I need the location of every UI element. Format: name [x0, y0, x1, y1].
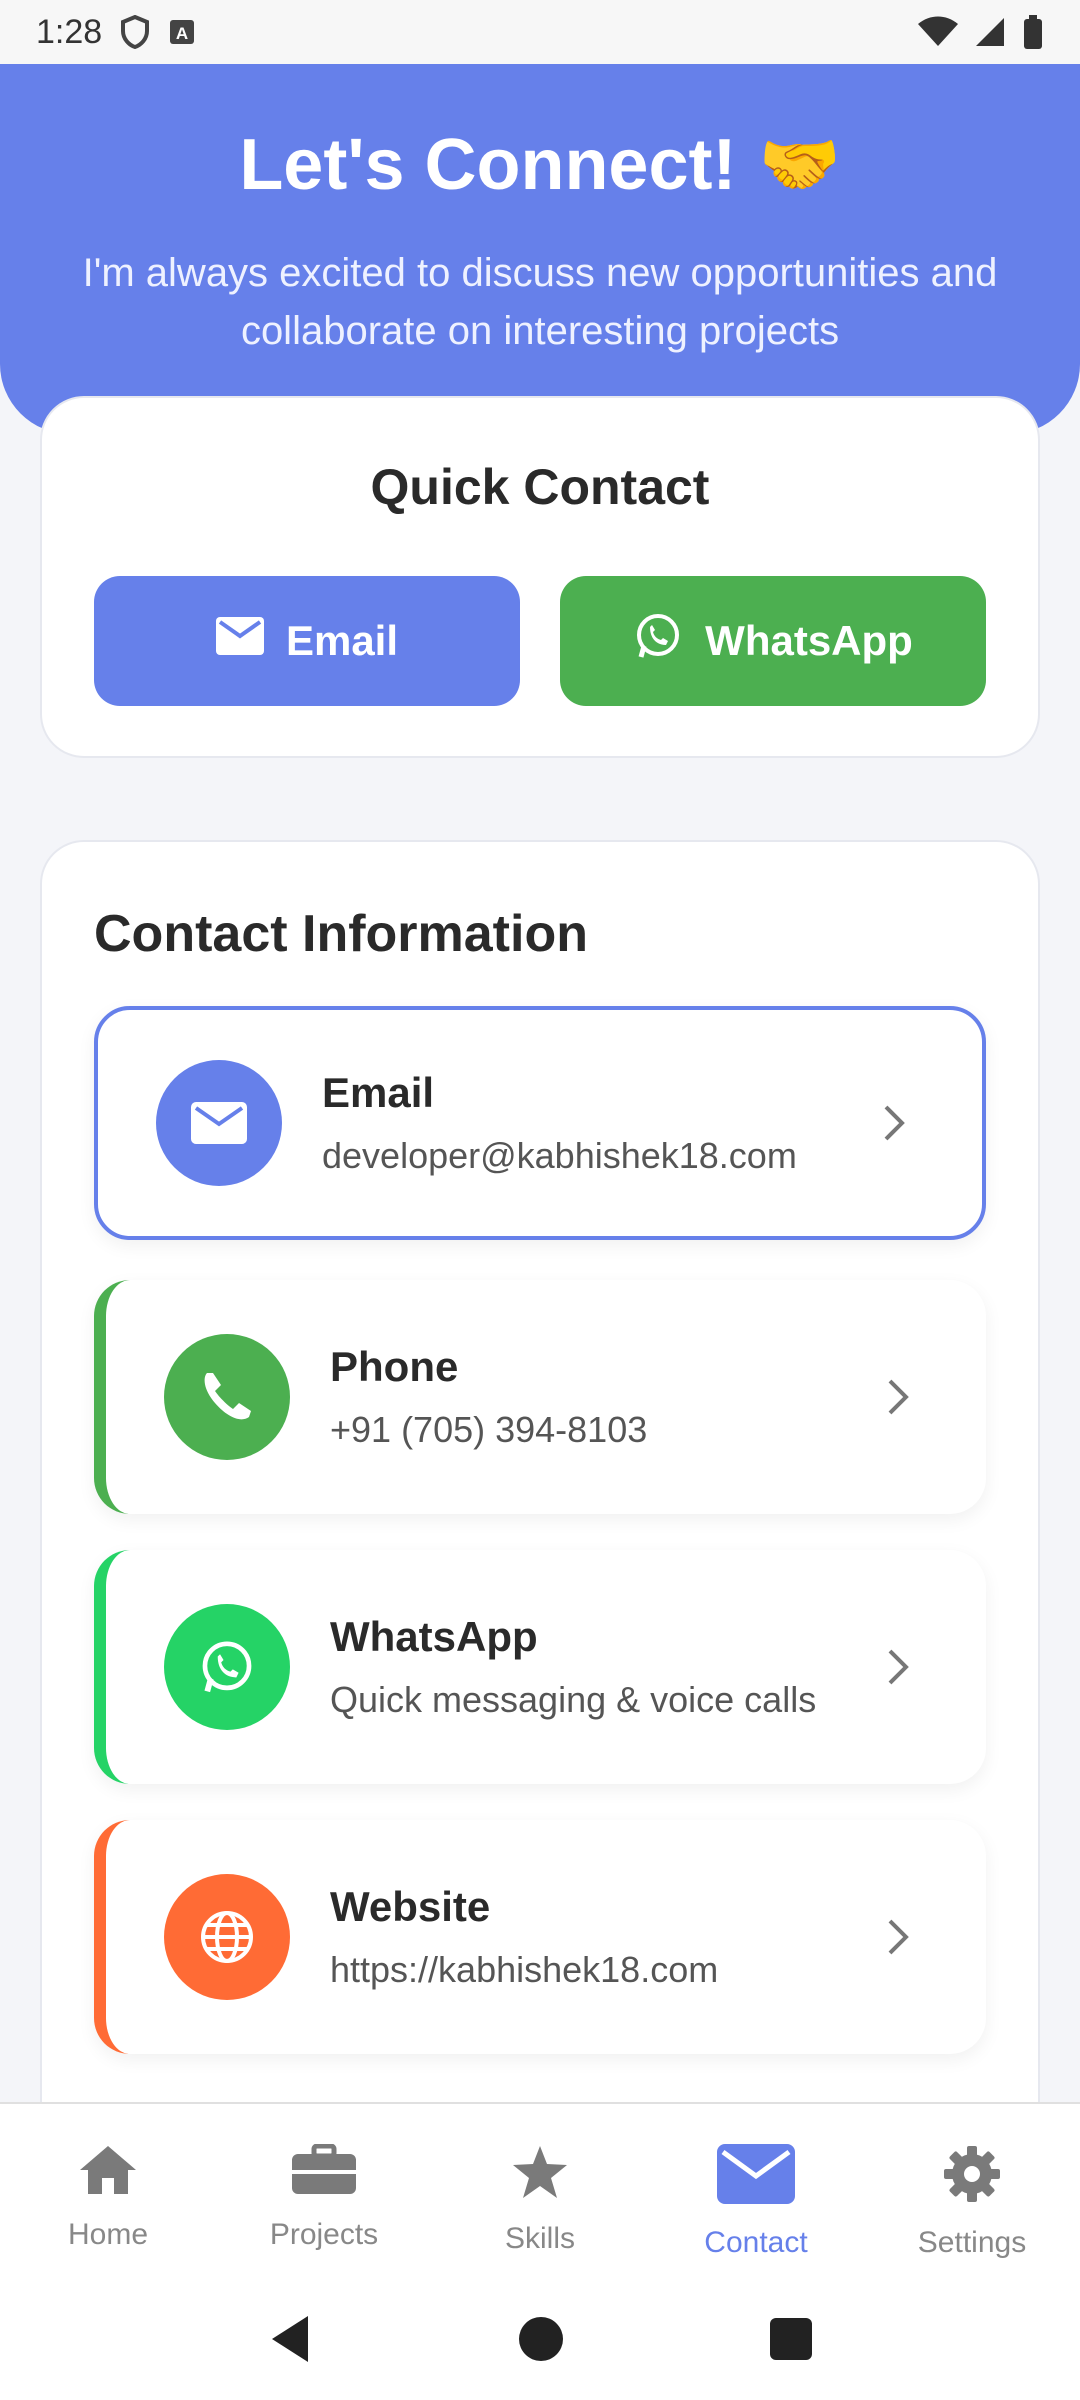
keyboard-a-icon: A: [168, 18, 196, 46]
mail-icon: [156, 1060, 282, 1186]
contact-item-website[interactable]: Website https://kabhishek18.com: [94, 1820, 986, 2054]
hero-title-text: Let's Connect!: [239, 125, 737, 205]
contact-item-label: WhatsApp: [330, 1613, 538, 1660]
envelope-icon: [717, 2144, 795, 2212]
mail-icon: [215, 617, 264, 665]
contact-item-label: Phone: [330, 1343, 459, 1390]
quick-contact-title: Quick Contact: [370, 459, 710, 515]
nav-label: Projects: [269, 2218, 379, 2251]
contact-item-label: Website: [330, 1883, 491, 1930]
contact-item-phone[interactable]: Phone +91 (705) 394-8103: [94, 1280, 986, 1514]
nav-label: Home: [67, 2218, 149, 2251]
nav-item-contact[interactable]: Contact: [648, 2104, 864, 2282]
globe-icon: [164, 1874, 290, 2000]
back-icon[interactable]: [268, 2314, 312, 2369]
quick-whatsapp-label: WhatsApp: [705, 617, 913, 664]
phone-icon: [164, 1334, 290, 1460]
nav-label: Skills: [504, 2222, 575, 2255]
whatsapp-icon: [633, 611, 683, 671]
contact-item-value: developer@kabhishek18.com: [322, 1135, 797, 1176]
nav-item-skills[interactable]: Skills: [432, 2104, 648, 2282]
contact-item-whatsapp[interactable]: WhatsApp Quick messaging & voice calls: [94, 1550, 986, 1784]
contact-item-email[interactable]: Email developer@kabhishek18.com: [94, 1006, 986, 1240]
chevron-right-icon: [864, 1103, 924, 1143]
contact-item-value: https://kabhishek18.com: [330, 1949, 719, 1990]
nav-item-settings[interactable]: Settings: [864, 2104, 1080, 2282]
contact-item-label: Email: [322, 1069, 435, 1116]
nav-item-projects[interactable]: Projects: [216, 2104, 432, 2282]
nav-label: Settings: [917, 2226, 1027, 2259]
contact-item-value: +91 (705) 394-8103: [330, 1409, 648, 1450]
home-circle-icon[interactable]: [518, 2316, 564, 2367]
nav-item-home[interactable]: Home: [0, 2104, 216, 2282]
quick-contact-card: Quick Contact Email WhatsApp: [40, 396, 1040, 758]
hero-title: Let's Connect! 🤝: [0, 124, 1080, 206]
chevron-right-icon: [868, 1377, 928, 1417]
bottom-navigation: Home Projects Skills Contact Settings: [0, 2102, 1080, 2282]
whatsapp-icon: [164, 1604, 290, 1730]
status-time: 1:28: [36, 12, 103, 51]
home-icon: [78, 2144, 138, 2204]
shield-icon: [120, 15, 150, 49]
svg-text:A: A: [176, 24, 188, 43]
recents-icon[interactable]: [770, 2317, 812, 2365]
handshake-emoji: 🤝: [758, 127, 841, 201]
quick-email-button[interactable]: Email: [94, 576, 520, 706]
quick-email-label: Email: [285, 617, 399, 664]
battery-icon: [1022, 15, 1044, 49]
hero-subtitle: I'm always excited to discuss new opport…: [82, 251, 998, 353]
chevron-right-icon: [868, 1647, 928, 1687]
star-icon: [510, 2144, 570, 2208]
system-navigation-bar: [0, 2282, 1080, 2400]
contact-item-value: Quick messaging & voice calls: [330, 1679, 817, 1720]
quick-whatsapp-button[interactable]: WhatsApp: [560, 576, 986, 706]
signal-icon: [974, 16, 1006, 48]
contact-information-title: Contact Information: [94, 905, 588, 963]
nav-label: Contact: [704, 2226, 808, 2259]
chevron-right-icon: [868, 1917, 928, 1957]
status-bar: 1:28 A: [0, 0, 1080, 64]
briefcase-icon: [290, 2143, 358, 2204]
hero-header: Let's Connect! 🤝 I'm always excited to d…: [0, 64, 1080, 434]
wifi-icon: [918, 16, 958, 48]
gear-icon: [942, 2144, 1002, 2212]
